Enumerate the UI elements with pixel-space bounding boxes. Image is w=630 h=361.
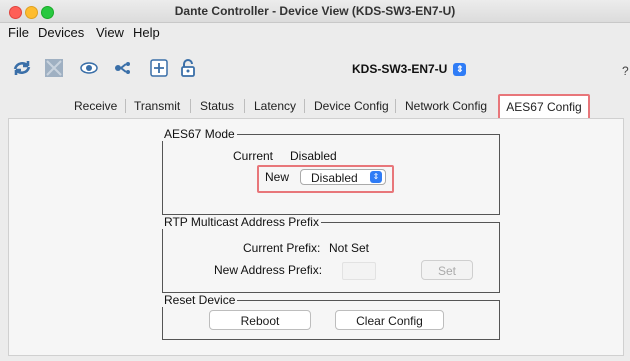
tab-divider [190, 99, 191, 113]
current-mode-label: Current [233, 149, 274, 163]
new-mode-value: Disabled [311, 171, 358, 185]
tab-network-config[interactable]: Network Config [405, 96, 487, 116]
aes67-config-panel: AES67 Mode Current Disabled New Disabled… [8, 118, 624, 356]
tab-divider [395, 99, 396, 113]
chevron-updown-icon: ⇕ [453, 63, 467, 77]
new-prefix-label: New Address Prefix: [214, 263, 323, 277]
menu-view[interactable]: View [96, 25, 124, 40]
menu-devices[interactable]: Devices [38, 25, 84, 40]
new-mode-label: New [265, 170, 290, 184]
network-icon[interactable] [113, 58, 133, 78]
tab-status[interactable]: Status [200, 96, 234, 116]
tab-latency[interactable]: Latency [254, 96, 296, 116]
eye-icon[interactable] [79, 58, 99, 78]
tab-transmit[interactable]: Transmit [134, 96, 180, 116]
device-selector[interactable]: KDS-SW3-EN7-U ⇕ [352, 62, 467, 80]
lock-grid-icon[interactable] [44, 58, 64, 78]
reboot-button[interactable]: Reboot [209, 310, 311, 330]
toolbar: KDS-SW3-EN7-U ⇕ ? [0, 44, 630, 90]
device-view-window: Dante Controller - Device View (KDS-SW3-… [0, 0, 630, 361]
rtp-prefix-legend: RTP Multicast Address Prefix [164, 215, 319, 229]
new-prefix-input[interactable] [342, 262, 376, 280]
clear-config-button[interactable]: Clear Config [335, 310, 444, 330]
unlock-icon[interactable] [178, 58, 198, 78]
tab-device-config[interactable]: Device Config [314, 96, 389, 116]
chevron-updown-icon: ⇕ [370, 171, 382, 183]
rescan-icon[interactable] [12, 58, 32, 78]
current-prefix-value: Not Set [329, 241, 370, 255]
tab-receive[interactable]: Receive [74, 96, 117, 116]
new-mode-select[interactable]: Disabled ⇕ [300, 169, 386, 185]
reset-device-legend: Reset Device [164, 293, 236, 307]
menu-file[interactable]: File [8, 25, 29, 40]
current-prefix-label: Current Prefix: [243, 241, 321, 255]
help-icon[interactable]: ? [622, 64, 629, 78]
aes67-mode-legend: AES67 Mode [164, 127, 235, 141]
current-mode-value: Disabled [290, 149, 337, 163]
tab-divider [125, 99, 126, 113]
tab-aes67-config[interactable]: AES67 Config [498, 94, 590, 120]
menu-bar: File Devices View Help [0, 23, 630, 42]
device-name: KDS-SW3-EN7-U [352, 62, 448, 76]
set-prefix-button[interactable]: Set [421, 260, 473, 280]
add-icon[interactable] [149, 58, 169, 78]
tab-divider [244, 99, 245, 113]
menu-help[interactable]: Help [133, 25, 160, 40]
window-title: Dante Controller - Device View (KDS-SW3-… [174, 4, 456, 18]
title-bar: Dante Controller - Device View (KDS-SW3-… [0, 0, 630, 23]
tab-divider [304, 99, 305, 113]
